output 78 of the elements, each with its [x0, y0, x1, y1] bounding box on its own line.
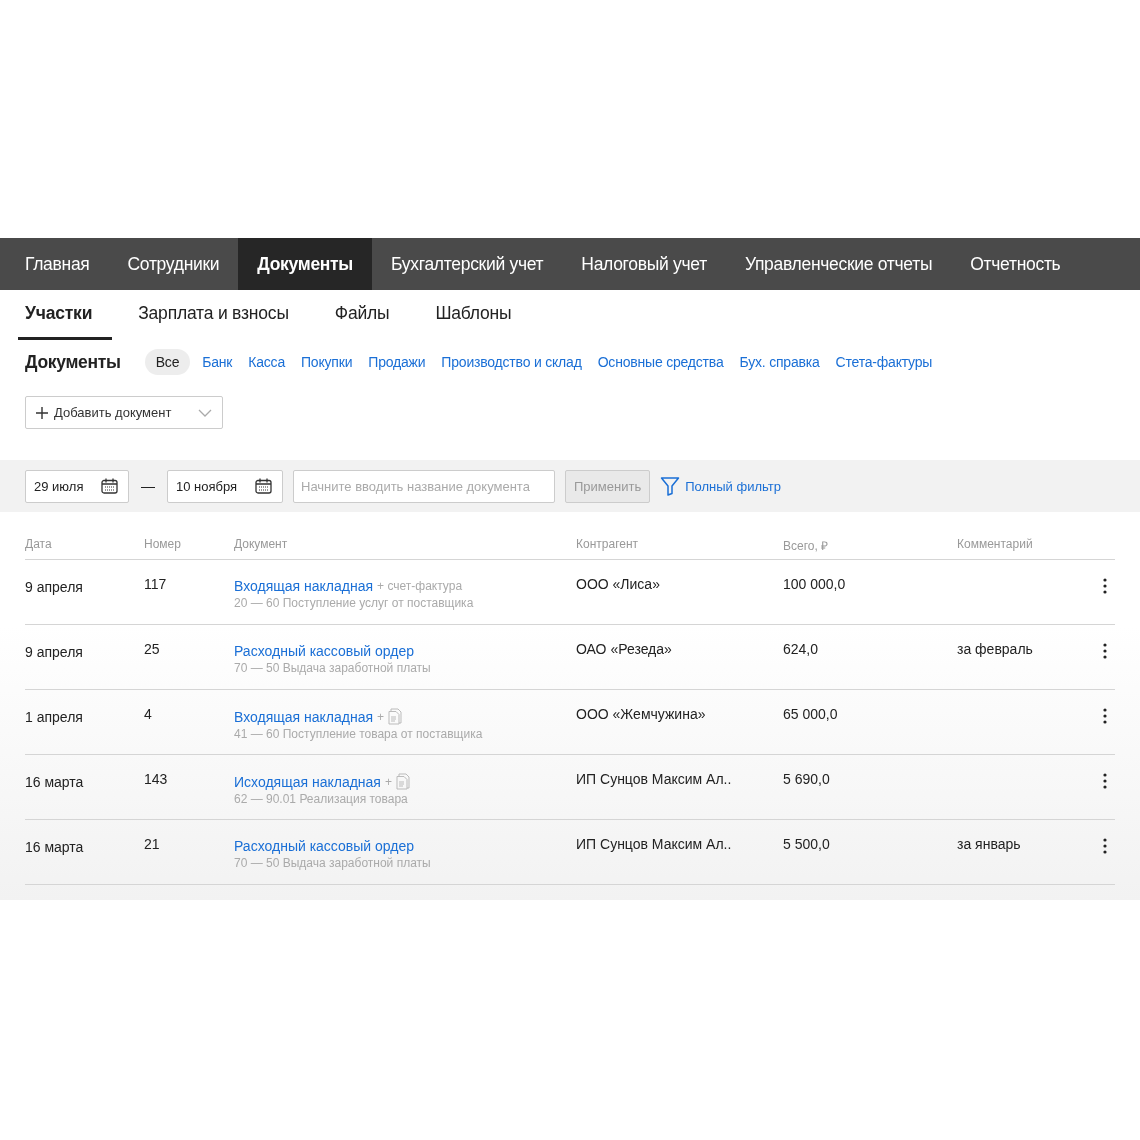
- document-link[interactable]: Расходный кассовый ордер: [234, 643, 415, 659]
- category-link[interactable]: Касса: [248, 354, 285, 370]
- table-cell-text: 16 марта: [25, 774, 85, 790]
- table-cell-text: ООО «Лиса»: [576, 576, 661, 592]
- table-cell-text: 5 690,0: [783, 771, 831, 787]
- table-cell-text: за январь: [957, 836, 1022, 852]
- document-link[interactable]: Входящая накладная: [234, 708, 374, 725]
- column-header: Документ: [234, 537, 289, 553]
- range-dash: —: [141, 478, 155, 494]
- nav-tab[interactable]: Бухгалтерский учет: [372, 238, 563, 290]
- table-cell-text: ОАО «Резеда»: [576, 641, 673, 657]
- search-field[interactable]: Начните вводить название документа: [293, 469, 555, 503]
- more-icon[interactable]: [1103, 838, 1107, 854]
- category-link[interactable]: Продажи: [368, 354, 426, 370]
- date-field[interactable]: 10 ноября: [167, 469, 283, 503]
- accounting-entry: 70 — 50 Выдача заработной платы: [234, 856, 431, 870]
- table-cell-text: ИП Сунцов Максим Ал..: [576, 771, 733, 787]
- calendar-icon: [101, 478, 118, 494]
- accounting-entry: 20 — 60 Поступление услуг от поставщика: [234, 596, 474, 610]
- category-link[interactable]: Банк: [202, 354, 233, 370]
- subtab[interactable]: Шаблоны: [428, 303, 532, 340]
- nav-tab[interactable]: Главная: [6, 238, 109, 290]
- category-link[interactable]: Покупки: [301, 354, 353, 370]
- table-cell-text: 16 марта: [25, 839, 85, 855]
- document-link[interactable]: Исходящая накладная: [234, 773, 381, 790]
- attachment-note: +: [377, 709, 385, 724]
- table-cell-text: 9 апреля: [25, 644, 84, 660]
- column-header: Всего, ₽: [783, 538, 830, 555]
- plus-icon: [36, 406, 48, 419]
- nav-tab[interactable]: Сотрудники: [108, 238, 239, 290]
- accounting-entry: 41 — 60 Поступление товара от поставщика: [234, 727, 483, 741]
- column-header: Номер: [144, 537, 182, 553]
- table-cell-text: ООО «Жемчужина»: [576, 706, 707, 722]
- more-icon[interactable]: [1103, 708, 1107, 724]
- table-cell-text: 25: [144, 641, 161, 657]
- table-cell-text: 4: [144, 706, 153, 722]
- category-link[interactable]: Стета-фактуры: [835, 354, 933, 370]
- table-cell-text: 5 500,0: [783, 836, 831, 852]
- table-cell-text: 143: [144, 771, 169, 787]
- more-icon[interactable]: [1103, 643, 1107, 659]
- table-cell-text: 100 000,0: [783, 576, 847, 592]
- table-cell-text: 65 000,0: [783, 706, 839, 722]
- attachment-note: + счет-фактура: [377, 579, 463, 593]
- nav-tab[interactable]: Отчетность: [951, 238, 1080, 290]
- table-cell-text: 21: [144, 836, 161, 852]
- table-cell-text: 117: [144, 576, 168, 592]
- column-header: Дата: [25, 537, 53, 553]
- table-cell-text: 624,0: [783, 641, 820, 657]
- category-link[interactable]: Производство и склад: [441, 354, 582, 370]
- column-header: Контрагент: [576, 537, 640, 553]
- section-title: Документы: [25, 351, 121, 373]
- accounting-entry: 70 — 50 Выдача заработной платы: [234, 661, 431, 675]
- nav-tab[interactable]: Управленческие отчеты: [725, 238, 952, 290]
- accounting-entry: 62 — 90.01 Реализация товара: [234, 792, 408, 806]
- category-link[interactable]: Основные средства: [597, 354, 724, 370]
- document-link[interactable]: Расходный кассовый ордер: [234, 838, 415, 854]
- document-link[interactable]: Входящая накладная: [234, 578, 374, 594]
- nav-tab[interactable]: Налоговый учет: [562, 238, 726, 290]
- attachment-note: +: [384, 774, 392, 789]
- chevron-down-icon: [198, 408, 212, 417]
- column-header: Комментарий: [957, 537, 1034, 553]
- more-icon[interactable]: [1103, 773, 1107, 789]
- filter-icon: [660, 476, 681, 496]
- subtab[interactable]: Участки: [18, 303, 113, 340]
- table-cell-text: за февраль: [957, 641, 1034, 657]
- subtab[interactable]: Зарплата и взносы: [131, 303, 309, 340]
- category-link[interactable]: Бух. справка: [739, 354, 820, 370]
- date-field[interactable]: 29 июля: [25, 469, 129, 503]
- nav-tab[interactable]: Документы: [238, 238, 372, 290]
- more-icon[interactable]: [1103, 578, 1107, 594]
- table-cell-text: 9 апреля: [25, 579, 84, 595]
- full-filter-link[interactable]: Полный фильтр: [660, 476, 781, 496]
- add-document-button[interactable]: Добавить документ: [25, 396, 223, 429]
- table-cell-text: 1 апреля: [25, 709, 84, 725]
- calendar-icon: [255, 478, 272, 494]
- subtab[interactable]: Файлы: [327, 303, 410, 340]
- category-link[interactable]: Все: [144, 349, 191, 375]
- table-cell-text: ИП Сунцов Максим Ал..: [576, 836, 733, 852]
